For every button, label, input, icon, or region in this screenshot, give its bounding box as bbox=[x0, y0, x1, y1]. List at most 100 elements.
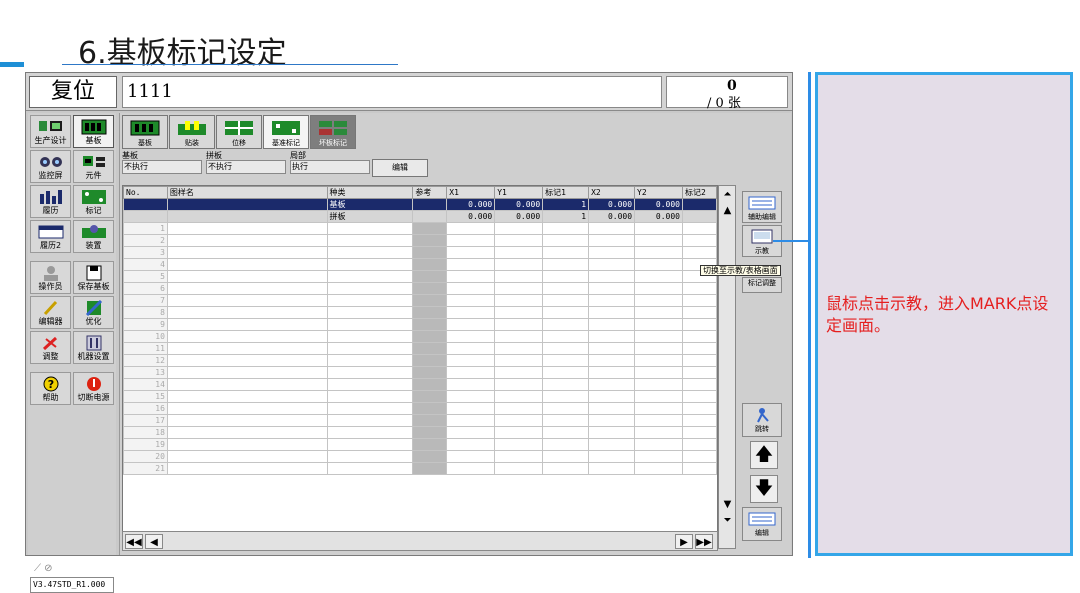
table-row[interactable]: 11 bbox=[123, 342, 717, 355]
sidebar-item-help[interactable]: ? 帮助 bbox=[30, 372, 71, 405]
table-row[interactable]: 18 bbox=[123, 426, 717, 439]
reset-button[interactable]: 复位 bbox=[29, 76, 117, 108]
table-row[interactable]: 21 bbox=[123, 462, 717, 475]
table-horizontal-scrollbar[interactable]: ◀◀ ◀ ▶ ▶▶ bbox=[122, 531, 718, 551]
cell-pattern bbox=[166, 366, 328, 379]
table-row[interactable]: 拼板 0.000 0.000 1 0.000 0.000 bbox=[123, 210, 717, 223]
sidebar-item-production[interactable]: 生产设计 bbox=[30, 115, 71, 148]
mark-adjust-button[interactable]: 标记调整 bbox=[742, 277, 782, 293]
sidebar-item-power-off[interactable]: 切断电源 bbox=[73, 372, 114, 405]
cell-m1 bbox=[542, 354, 590, 367]
tab-fiducial-mark[interactable]: 基准标记 bbox=[263, 115, 309, 149]
adjust-icon bbox=[42, 336, 57, 351]
cell-pattern bbox=[166, 390, 328, 403]
scroll-up-button[interactable]: ▲ bbox=[720, 204, 735, 218]
cell-x2 bbox=[588, 390, 636, 403]
scroll-right-button[interactable]: ▶ bbox=[675, 534, 693, 549]
table-row[interactable]: 9 bbox=[123, 318, 717, 331]
move-up-button[interactable]: 🡅 bbox=[750, 441, 778, 469]
col-y2: Y2 bbox=[634, 186, 683, 199]
table-row[interactable]: 17 bbox=[123, 414, 717, 427]
cell-y2 bbox=[634, 462, 683, 475]
sidebar-item-adjust[interactable]: 调整 bbox=[30, 331, 71, 364]
scroll-top-button[interactable]: ⏶ bbox=[720, 188, 735, 202]
scroll-last-button[interactable]: ▶▶ bbox=[695, 534, 713, 549]
cell-y2 bbox=[634, 222, 683, 235]
cell-type bbox=[326, 414, 414, 427]
table-row[interactable]: 12 bbox=[123, 354, 717, 367]
cell-no: 3 bbox=[123, 246, 168, 259]
table-row[interactable]: 基板 0.000 0.000 1 0.000 0.000 bbox=[123, 198, 717, 211]
cell-m2 bbox=[681, 426, 717, 439]
col-mark2: 标记2 bbox=[681, 186, 717, 199]
table-row[interactable]: 15 bbox=[123, 390, 717, 403]
sidebar-item-component[interactable]: 元件 bbox=[73, 150, 114, 183]
table-row[interactable]: 16 bbox=[123, 402, 717, 415]
table-row[interactable]: 1 bbox=[123, 222, 717, 235]
cell-x2 bbox=[588, 306, 636, 319]
table-vertical-scrollbar[interactable]: ⏶ ▲ ▼ ⏷ bbox=[718, 185, 736, 549]
cell-ref bbox=[412, 366, 448, 379]
skip-button[interactable]: 跳转 bbox=[742, 403, 782, 437]
cell-pattern bbox=[166, 342, 328, 355]
content-area: 基板 贴装 位移 基准标记 坏板标记 基板 不执行 拼板 不执行 局部 执行 编… bbox=[119, 113, 791, 555]
cell-ref bbox=[412, 462, 448, 475]
cell-ref bbox=[412, 270, 448, 283]
table-row[interactable]: 2 bbox=[123, 234, 717, 247]
scroll-left-button[interactable]: ◀ bbox=[145, 534, 163, 549]
cell-x1: 0.000 bbox=[446, 210, 496, 223]
cell-x1 bbox=[446, 354, 496, 367]
tab-bad-board-mark[interactable]: 坏板标记 bbox=[310, 115, 356, 149]
scroll-bottom-button[interactable]: ⏷ bbox=[720, 514, 735, 528]
table-row[interactable]: 5 bbox=[123, 270, 717, 283]
tab-placement[interactable]: 贴装 bbox=[169, 115, 215, 149]
cell-y1 bbox=[494, 402, 544, 415]
table-row[interactable]: 10 bbox=[123, 330, 717, 343]
aux-edit-button[interactable]: 辅助编辑 bbox=[742, 191, 782, 223]
cell-x1 bbox=[446, 330, 496, 343]
table-row[interactable]: 13 bbox=[123, 366, 717, 379]
sidebar-item-history[interactable]: 履历 bbox=[30, 185, 71, 218]
scroll-first-button[interactable]: ◀◀ bbox=[125, 534, 143, 549]
cell-type bbox=[326, 450, 414, 463]
sidebar-item-machine-settings[interactable]: 机器设置 bbox=[73, 331, 114, 364]
cell-type bbox=[326, 294, 414, 307]
table-row[interactable]: 6 bbox=[123, 282, 717, 295]
scroll-down-button[interactable]: ▼ bbox=[720, 498, 735, 512]
table-row[interactable]: 20 bbox=[123, 450, 717, 463]
cell-x2 bbox=[588, 270, 636, 283]
sidebar-item-operator[interactable]: 操作员 bbox=[30, 261, 71, 294]
cell-x2 bbox=[588, 414, 636, 427]
sidebar-item-history2[interactable]: 履历2 bbox=[30, 220, 71, 253]
edit-button[interactable]: 编辑 bbox=[742, 507, 782, 541]
sidebar-item-editor[interactable]: 编辑器 bbox=[30, 296, 71, 329]
tab-offset[interactable]: 位移 bbox=[216, 115, 262, 149]
optimize-icon bbox=[85, 300, 102, 316]
sidebar-item-save-board[interactable]: 保存基板 bbox=[73, 261, 114, 294]
cell-m1 bbox=[542, 462, 590, 475]
cell-type bbox=[326, 438, 414, 451]
sidebar-item-mark[interactable]: 标记 bbox=[73, 185, 114, 218]
exec-edit-button[interactable]: 编辑 bbox=[372, 159, 428, 177]
cell-m1 bbox=[542, 378, 590, 391]
cell-x2 bbox=[588, 450, 636, 463]
cell-y1 bbox=[494, 294, 544, 307]
sidebar-item-optimize[interactable]: 优化 bbox=[73, 296, 114, 329]
table-row[interactable]: 8 bbox=[123, 306, 717, 319]
cell-pattern bbox=[166, 222, 328, 235]
tab-board[interactable]: 基板 bbox=[122, 115, 168, 149]
cell-m1 bbox=[542, 450, 590, 463]
move-down-button[interactable]: 🡇 bbox=[750, 475, 778, 503]
table-row[interactable]: 4 bbox=[123, 258, 717, 271]
cell-pattern bbox=[166, 450, 328, 463]
table-row[interactable]: 7 bbox=[123, 294, 717, 307]
col-pattern-name: 图样名 bbox=[166, 186, 328, 199]
sidebar-item-device[interactable]: 装置 bbox=[73, 220, 114, 253]
cell-y2 bbox=[634, 366, 683, 379]
cell-y2 bbox=[634, 318, 683, 331]
sidebar-item-board[interactable]: 基板 bbox=[73, 115, 114, 148]
table-row[interactable]: 19 bbox=[123, 438, 717, 451]
table-row[interactable]: 3 bbox=[123, 246, 717, 259]
table-row[interactable]: 14 bbox=[123, 378, 717, 391]
sidebar-item-monitor[interactable]: 监控屏 bbox=[30, 150, 71, 183]
